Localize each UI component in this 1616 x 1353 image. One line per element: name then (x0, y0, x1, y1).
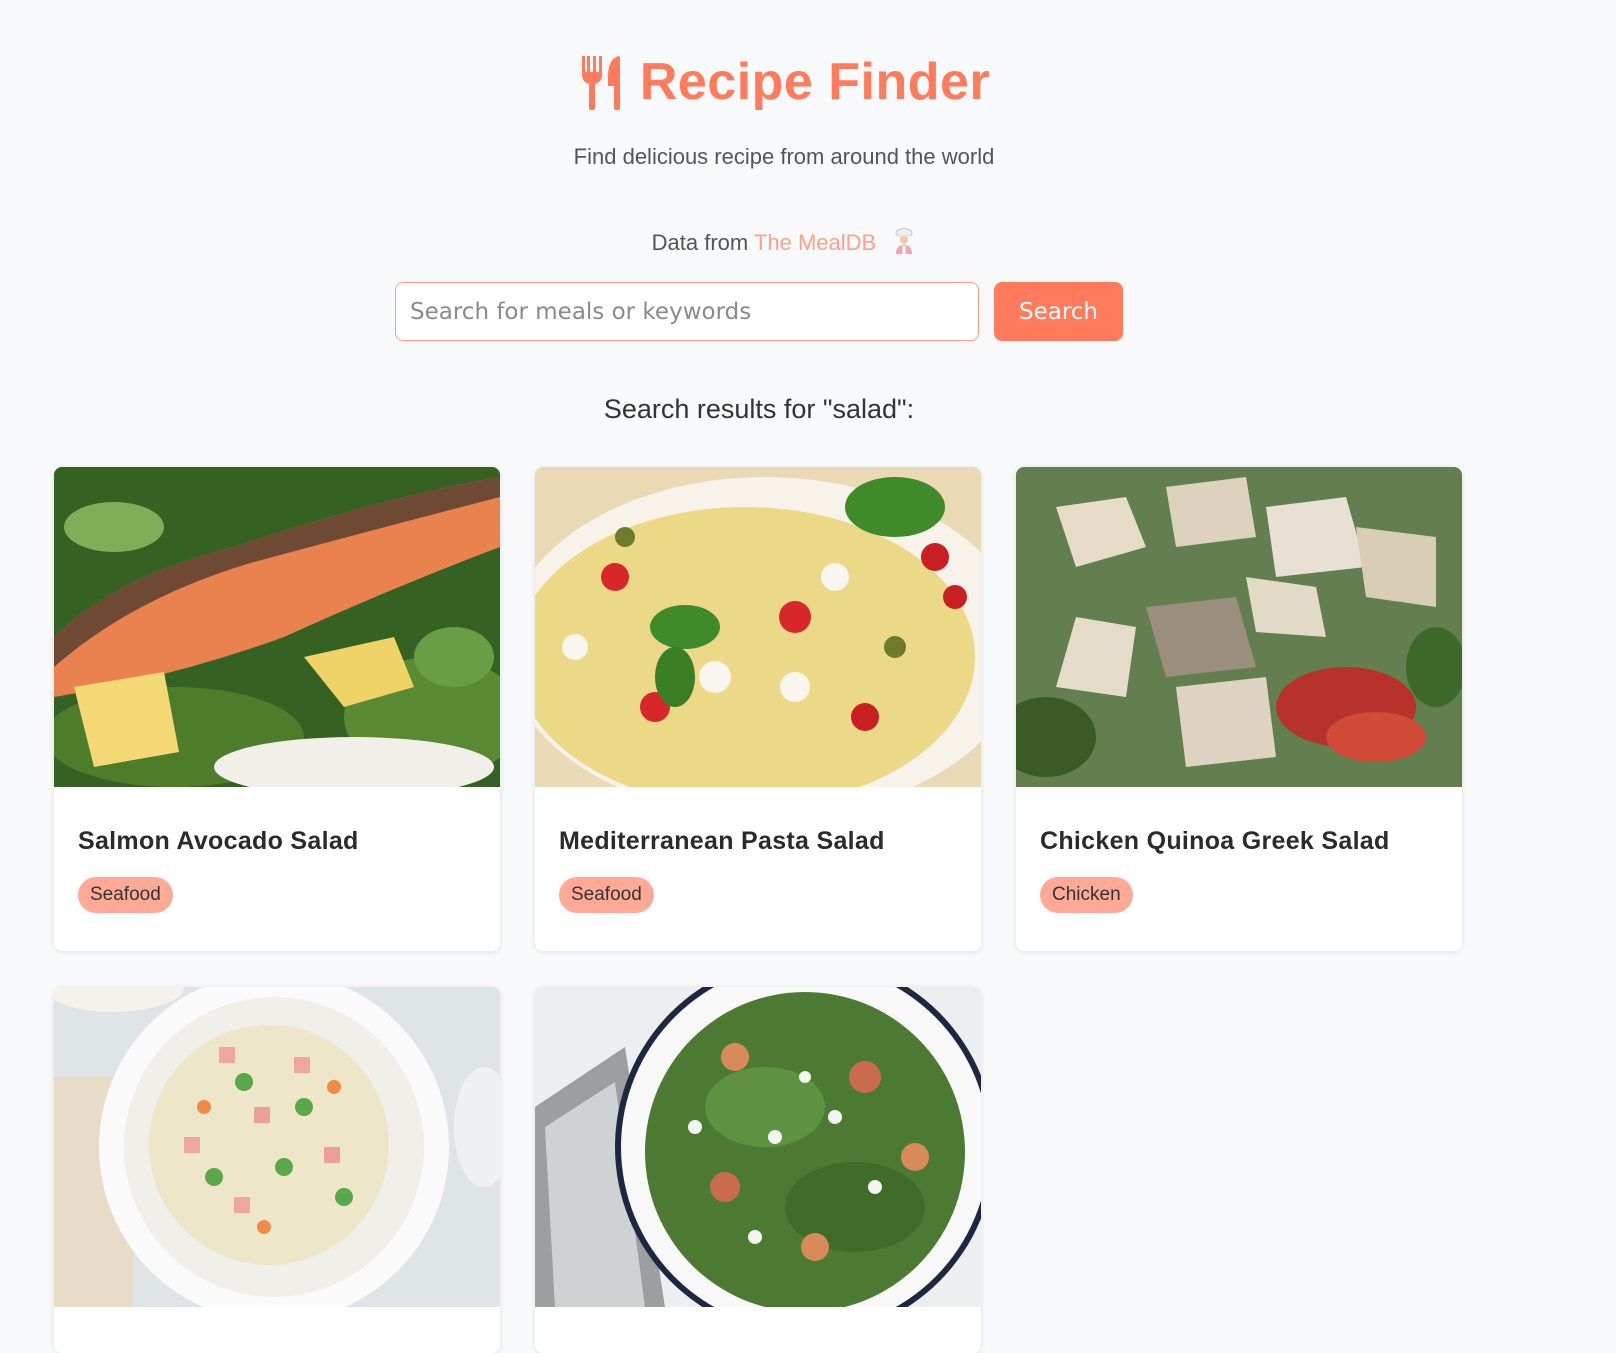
subtitle: Find delicious recipe from around the wo… (573, 144, 995, 169)
search-button[interactable]: Search (994, 282, 1123, 341)
fork-knife-icon (581, 56, 620, 110)
search-input[interactable] (395, 282, 979, 341)
meal-image (535, 987, 981, 1307)
meal-category-badge: Chicken (1040, 877, 1133, 913)
data-source-link[interactable]: The MealDB (754, 230, 876, 255)
meal-category-badge: Seafood (78, 877, 173, 913)
meal-card-mediterranean-pasta-salad[interactable]: Mediterranean Pasta Salad Seafood (535, 467, 981, 951)
data-source-line: Data from The MealDB (0, 228, 1568, 256)
meal-name: Chicken Quinoa Greek Salad (1040, 827, 1390, 855)
meal-category-badge: Seafood (559, 877, 654, 913)
meal-card-5[interactable] (535, 987, 981, 1353)
meal-name: Salmon Avocado Salad (78, 827, 359, 855)
meal-card-4[interactable] (54, 987, 500, 1353)
meal-image (535, 467, 981, 787)
data-source-prefix: Data from (651, 230, 754, 255)
meal-image (1016, 467, 1462, 787)
page: Recipe Finder Find delicious recipe from… (0, 0, 1616, 1353)
meal-image (54, 987, 500, 1307)
meal-card-salmon-avocado-salad[interactable]: Salmon Avocado Salad Seafood (54, 467, 500, 951)
chef-icon (895, 228, 913, 254)
app-title: Recipe Finder (639, 53, 991, 111)
meal-name: Mediterranean Pasta Salad (559, 827, 885, 855)
app-header: Recipe Finder (0, 52, 1568, 115)
meal-card-chicken-quinoa-greek-salad[interactable]: Chicken Quinoa Greek Salad Chicken (1016, 467, 1462, 951)
title-row: Recipe Finder (578, 52, 990, 112)
meal-image (54, 467, 500, 787)
results-heading: Search results for "salad": (603, 394, 915, 424)
